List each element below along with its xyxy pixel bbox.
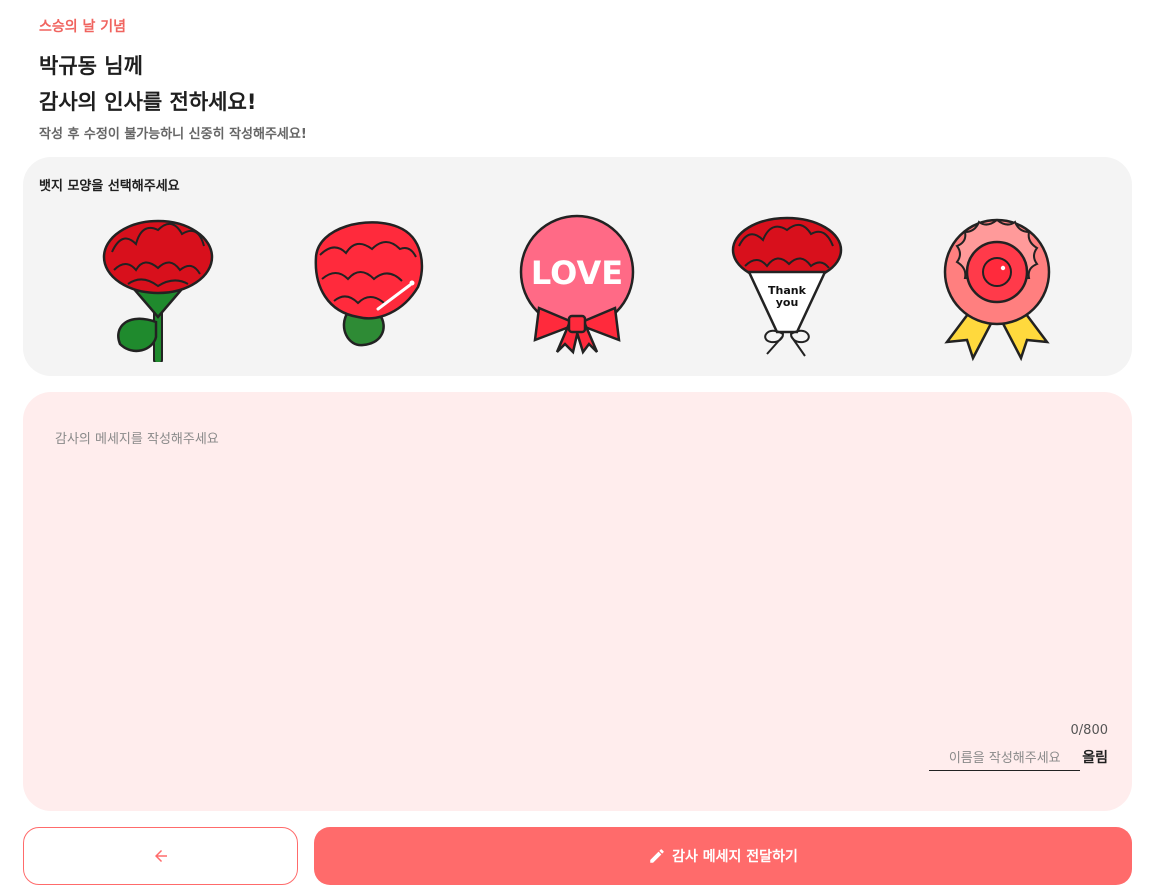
submit-button-label: 감사 메세지 전달하기 <box>672 849 798 865</box>
badge-option-thank-you-bouquet[interactable]: Thank you <box>712 207 862 367</box>
event-label: 스승의 날 기념 <box>39 19 127 35</box>
character-counter: 0/800 <box>1070 723 1108 738</box>
signature-row: 올림 <box>929 746 1108 771</box>
love-text: LOVE <box>531 254 623 292</box>
warning-subtitle: 작성 후 수정이 불가능하니 신중히 작성해주세요! <box>39 127 307 142</box>
message-panel: 0/800 올림 <box>23 392 1132 811</box>
pencil-icon <box>650 849 664 863</box>
thank-you-bouquet-icon: Thank you <box>732 216 843 357</box>
back-button[interactable] <box>23 827 298 885</box>
badge-option-love[interactable]: LOVE <box>502 207 652 367</box>
badge-prompt: 뱃지 모양을 선택해주세요 <box>39 179 180 194</box>
recipient-title: 박규동 님께 <box>39 54 143 78</box>
badge-options: LOVE Thank you <box>23 207 1132 367</box>
arrow-left-icon <box>154 850 167 862</box>
message-textarea[interactable] <box>39 412 1109 702</box>
badge-option-flower-rosette[interactable] <box>922 207 1072 367</box>
submit-message-button[interactable]: 감사 메세지 전달하기 <box>314 827 1132 885</box>
name-input[interactable] <box>929 746 1081 771</box>
love-badge-icon: LOVE <box>520 214 635 355</box>
carnation-stem-icon <box>102 219 214 362</box>
flower-rosette-icon <box>943 218 1051 362</box>
page-title: 감사의 인사를 전하세요! <box>39 90 257 114</box>
page-header: 스승의 날 기념 박규동 님께 감사의 인사를 전하세요! 작성 후 수정이 불… <box>39 16 307 144</box>
signature-suffix: 올림 <box>1082 750 1108 766</box>
badge-option-carnation-pencil[interactable] <box>293 207 443 367</box>
you-text: you <box>776 296 799 309</box>
carnation-pencil-icon <box>314 221 423 347</box>
badge-option-carnation-stem[interactable] <box>83 207 233 367</box>
badge-selection-panel: 뱃지 모양을 선택해주세요 LOVE Thank you <box>23 157 1132 376</box>
